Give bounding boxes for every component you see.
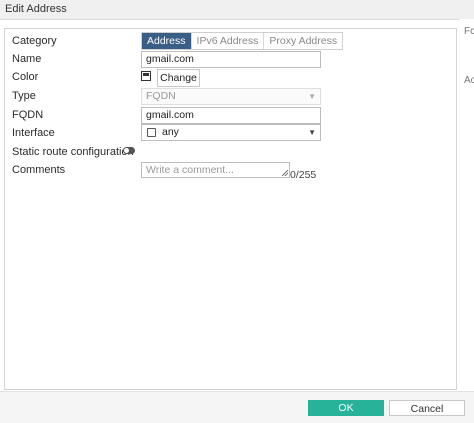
color-swatch-icon xyxy=(141,71,151,81)
name-input[interactable]: gmail.com xyxy=(141,51,321,68)
static-route-toggle[interactable] xyxy=(123,147,135,154)
background-text-2: Ac xyxy=(464,75,474,86)
resize-handle-icon[interactable] xyxy=(282,170,288,176)
comments-counter: 0/255 xyxy=(290,169,317,181)
comments-placeholder: Write a comment... xyxy=(146,164,234,176)
fqdn-label: FQDN xyxy=(12,109,44,121)
category-label: Category xyxy=(12,35,57,47)
interface-select[interactable]: any ▼ xyxy=(141,124,321,141)
edit-address-dialog xyxy=(4,28,457,390)
type-label: Type xyxy=(12,90,36,102)
type-value: FQDN xyxy=(146,90,176,102)
background-text-1: Fc xyxy=(464,26,474,37)
ok-button[interactable]: OK xyxy=(308,400,384,416)
dialog-titlebar: Edit Address xyxy=(0,0,474,20)
interface-icon xyxy=(147,128,156,137)
chevron-down-icon: ▼ xyxy=(308,128,316,137)
tab-address[interactable]: Address xyxy=(142,33,192,49)
tab-ipv6-address[interactable]: IPv6 Address xyxy=(192,33,265,49)
color-label: Color xyxy=(12,71,39,83)
category-selector: Address IPv6 Address Proxy Address xyxy=(141,32,344,50)
tab-proxy-address[interactable]: Proxy Address xyxy=(264,33,342,49)
change-color-button[interactable]: Change xyxy=(157,69,200,87)
cancel-button[interactable]: Cancel xyxy=(389,400,465,416)
name-label: Name xyxy=(12,53,42,65)
background-panel: Fc Ac xyxy=(460,19,474,391)
comments-label: Comments xyxy=(12,164,66,176)
fqdn-input[interactable]: gmail.com xyxy=(141,107,321,124)
dialog-footer: OK Cancel xyxy=(0,391,474,423)
interface-value: any xyxy=(162,126,179,138)
interface-label: Interface xyxy=(12,127,55,139)
comments-textarea[interactable]: Write a comment... xyxy=(141,162,290,178)
type-select: FQDN ▼ xyxy=(141,88,321,105)
dialog-title: Edit Address xyxy=(5,3,67,15)
static-route-label: Static route configuration xyxy=(12,146,134,158)
chevron-down-icon: ▼ xyxy=(308,92,316,101)
